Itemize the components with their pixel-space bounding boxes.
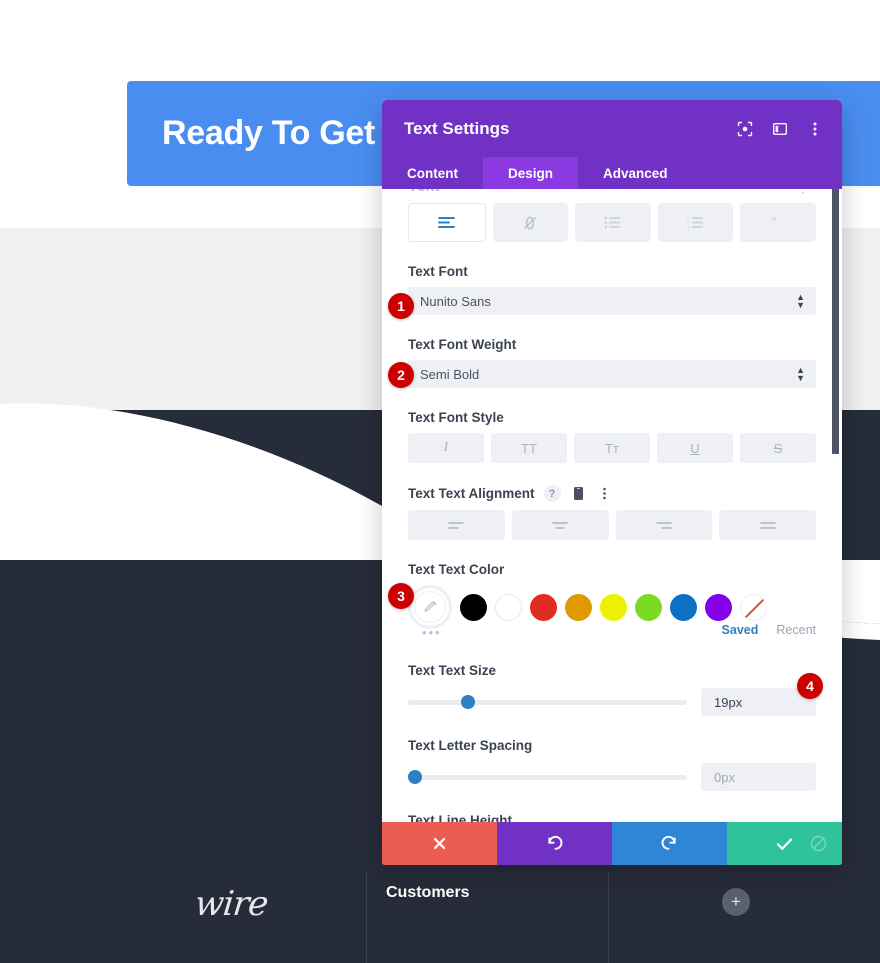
text-alignment-options bbox=[408, 510, 816, 540]
text-size-row: 19px bbox=[408, 688, 816, 716]
text-alignment-label-row: Text Text Alignment ? bbox=[408, 485, 816, 502]
modal-header: Text Settings bbox=[382, 100, 842, 157]
modal-tabs: Content Design Advanced bbox=[382, 157, 842, 189]
text-font-weight-label: Text Font Weight bbox=[408, 337, 517, 352]
slider-thumb[interactable] bbox=[461, 695, 475, 709]
footer-logo: wire bbox=[96, 872, 366, 963]
screenshot-root: Ready To Get S wire Customers + Text Set… bbox=[0, 0, 880, 963]
annotation-badge-4: 4 bbox=[797, 673, 823, 699]
swatch-white[interactable] bbox=[495, 593, 522, 621]
footer-divider-1 bbox=[366, 872, 367, 963]
capitalize-button[interactable]: Tᴛ bbox=[574, 433, 650, 463]
uppercase-button[interactable]: TT bbox=[491, 433, 567, 463]
align-center-button[interactable] bbox=[511, 510, 609, 540]
section-header-text[interactable]: Text bbox=[408, 189, 440, 196]
text-settings-modal: Text Settings Content Design Advanced 1 … bbox=[382, 100, 842, 865]
swatch-red[interactable] bbox=[530, 593, 557, 621]
design-tab-content: 1 2 3 ” Text Font Nunito Sans ▲ ▼ Text F… bbox=[382, 203, 842, 822]
annotation-badge-3: 3 bbox=[388, 583, 414, 609]
ordered-list-icon[interactable]: 1 2 3 bbox=[657, 203, 734, 242]
focus-target-icon[interactable] bbox=[736, 120, 754, 138]
slider-track bbox=[408, 699, 687, 705]
footer-add-button[interactable]: + bbox=[722, 888, 750, 916]
layout-panel-icon[interactable] bbox=[771, 120, 789, 138]
swatch-orange[interactable] bbox=[565, 593, 592, 621]
annotation-badge-2: 2 bbox=[388, 362, 414, 388]
selected-ring bbox=[408, 585, 452, 629]
align-justify-button[interactable] bbox=[719, 510, 816, 540]
modal-action-bar bbox=[382, 822, 842, 865]
modal-scrollbar[interactable] bbox=[832, 189, 839, 454]
responsive-mobile-icon[interactable] bbox=[570, 485, 587, 502]
align-left-button[interactable] bbox=[408, 510, 505, 540]
text-size-slider[interactable] bbox=[408, 692, 687, 712]
text-font-select[interactable]: Nunito Sans ▲ ▼ bbox=[408, 287, 816, 315]
blockquote-icon[interactable]: ” bbox=[740, 203, 816, 242]
annotation-badge-1: 1 bbox=[388, 293, 414, 319]
text-font-label: Text Font bbox=[408, 264, 468, 279]
modal-body: Text ^ ⋮ bbox=[382, 189, 842, 822]
more-vertical-icon[interactable] bbox=[806, 120, 824, 138]
undo-button[interactable] bbox=[497, 822, 612, 865]
svg-text:”: ” bbox=[771, 216, 777, 229]
swatch-transparent[interactable] bbox=[740, 593, 767, 621]
recent-colors-tab[interactable]: Recent bbox=[776, 623, 816, 637]
footer-column-heading: Customers bbox=[386, 884, 470, 901]
resize-handle-icon[interactable] bbox=[794, 822, 842, 865]
text-color-label: Text Text Color bbox=[408, 562, 505, 577]
footer-logo-text: wire bbox=[192, 884, 270, 924]
color-tabs: Saved Recent bbox=[722, 623, 816, 637]
swatch-green[interactable] bbox=[635, 593, 662, 621]
letter-spacing-label: Text Letter Spacing bbox=[408, 738, 533, 753]
text-font-weight-select[interactable]: Semi Bold ▲ ▼ bbox=[408, 360, 816, 388]
line-height-label: Text Line Height bbox=[408, 813, 513, 822]
swatch-black[interactable] bbox=[460, 593, 487, 621]
site-footer: wire Customers bbox=[0, 872, 880, 963]
more-vertical-icon[interactable]: ⋮ bbox=[796, 189, 810, 196]
link-icon[interactable] bbox=[492, 203, 569, 242]
text-font-style-options: I TT Tᴛ U S bbox=[408, 433, 816, 463]
align-text-icon[interactable] bbox=[408, 203, 486, 242]
cancel-button[interactable] bbox=[382, 822, 497, 865]
chevron-updown-icon: ▲ ▼ bbox=[796, 365, 805, 383]
svg-text:3: 3 bbox=[687, 225, 690, 229]
eyedropper-swatch[interactable] bbox=[408, 585, 452, 629]
modal-title: Text Settings bbox=[404, 118, 510, 138]
align-right-button[interactable] bbox=[615, 510, 713, 540]
footer-divider-2 bbox=[608, 872, 609, 963]
chevron-up-icon[interactable]: ^ bbox=[775, 189, 782, 196]
color-row-footer: ••• Saved Recent bbox=[408, 623, 816, 641]
tab-design[interactable]: Design bbox=[483, 157, 579, 189]
letter-spacing-value[interactable]: 0px bbox=[701, 763, 816, 791]
more-vertical-icon[interactable] bbox=[596, 485, 613, 502]
help-icon[interactable]: ? bbox=[543, 485, 561, 502]
redo-button[interactable] bbox=[612, 822, 727, 865]
cta-banner-text: Ready To Get S bbox=[162, 114, 407, 152]
text-font-style-label: Text Font Style bbox=[408, 410, 504, 425]
unordered-list-icon[interactable] bbox=[575, 203, 651, 242]
format-toolbar: 1 2 3 ” bbox=[408, 203, 816, 242]
swatch-purple[interactable] bbox=[705, 593, 732, 621]
slider-track bbox=[408, 774, 687, 780]
text-font-weight-value: Semi Bold bbox=[420, 366, 480, 382]
chevron-updown-icon: ▲ ▼ bbox=[796, 292, 805, 310]
swatch-yellow[interactable] bbox=[600, 593, 627, 621]
underline-button[interactable]: U bbox=[657, 433, 733, 463]
swatch-blue[interactable] bbox=[670, 593, 697, 621]
tab-advanced[interactable]: Advanced bbox=[578, 157, 693, 189]
text-size-label: Text Text Size bbox=[408, 663, 497, 678]
letter-spacing-slider[interactable] bbox=[408, 767, 687, 787]
text-font-value: Nunito Sans bbox=[420, 293, 491, 309]
more-colors-icon[interactable]: ••• bbox=[422, 625, 442, 640]
strikethrough-button[interactable]: S bbox=[740, 433, 816, 463]
saved-colors-tab[interactable]: Saved bbox=[722, 623, 759, 637]
section-header-icons: ^ ⋮ bbox=[775, 189, 810, 196]
modal-header-icons bbox=[736, 120, 824, 138]
letter-spacing-row: 0px bbox=[408, 763, 816, 791]
tab-content[interactable]: Content bbox=[382, 157, 483, 189]
slider-thumb[interactable] bbox=[408, 770, 422, 784]
italic-button[interactable]: I bbox=[408, 433, 484, 463]
text-alignment-label: Text Text Alignment bbox=[408, 486, 535, 501]
